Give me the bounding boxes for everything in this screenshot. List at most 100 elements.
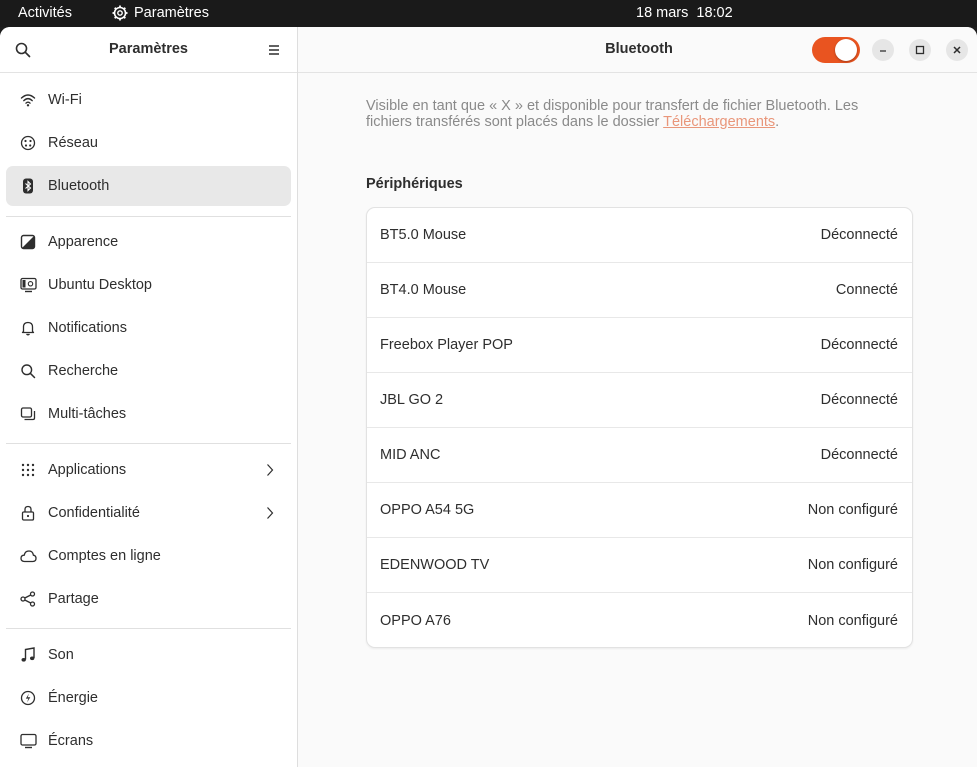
activities-button[interactable]: Activités: [18, 5, 72, 21]
device-name: BT4.0 Mouse: [380, 282, 467, 298]
close-icon: [953, 46, 961, 54]
sidebar-item-search[interactable]: Recherche: [6, 351, 291, 391]
info-text: Visible en tant que « X » et disponible …: [366, 98, 859, 130]
sidebar-item-power[interactable]: Énergie: [6, 678, 291, 718]
ubuntu-desktop-icon: [19, 276, 37, 294]
sidebar-item-label: Bluetooth: [48, 178, 110, 194]
sidebar-item-sharing[interactable]: Partage: [6, 579, 291, 619]
device-status: Connecté: [835, 282, 898, 298]
sidebar-item-bluetooth[interactable]: Bluetooth: [6, 166, 291, 206]
device-status: Déconnecté: [820, 227, 898, 243]
device-status: Non configuré: [807, 557, 898, 573]
sidebar-divider: [6, 216, 291, 217]
share-icon: [19, 590, 37, 608]
multitasking-icon: [19, 405, 37, 423]
sidebar-item-label: Réseau: [48, 135, 98, 151]
downloads-link[interactable]: Téléchargements: [663, 114, 775, 130]
app-menu-label: Paramètres: [134, 5, 209, 21]
device-row[interactable]: OPPO A54 5G Non configuré: [367, 483, 912, 538]
sidebar-item-label: Énergie: [48, 690, 98, 706]
minimize-icon: [880, 50, 886, 52]
visibility-info: Visible en tant que « X » et disponible …: [366, 98, 896, 130]
bell-icon: [19, 319, 37, 337]
wifi-icon: [19, 91, 37, 109]
sidebar-item-label: Notifications: [48, 320, 127, 336]
hamburger-menu-icon[interactable]: [266, 42, 282, 58]
clock-date: 18 mars: [636, 5, 689, 21]
top-bar: Activités Paramètres 18 mars 18:02: [0, 0, 977, 27]
device-status: Non configuré: [807, 502, 898, 518]
device-row[interactable]: MID ANC Déconnecté: [367, 428, 912, 483]
network-icon: [19, 134, 37, 152]
sidebar-item-label: Wi-Fi: [48, 92, 82, 108]
device-status: Non configuré: [807, 612, 898, 629]
sidebar-item-network[interactable]: Réseau: [6, 123, 291, 163]
device-name: OPPO A76: [380, 612, 451, 629]
devices-section-title: Périphériques: [366, 176, 463, 192]
sidebar-item-label: Partage: [48, 591, 99, 607]
sidebar-item-label: Applications: [48, 462, 127, 478]
clock-time: 18:02: [696, 5, 733, 21]
sidebar-item-privacy[interactable]: Confidentialité: [6, 493, 291, 533]
info-end: .: [775, 114, 780, 130]
power-icon: [19, 689, 37, 707]
sidebar-item-label: Ubuntu Desktop: [48, 277, 152, 293]
device-status: Déconnecté: [820, 392, 898, 408]
sidebar-item-label: Apparence: [48, 234, 119, 250]
device-row[interactable]: Freebox Player POP Déconnecté: [367, 318, 912, 373]
sidebar-item-label: Son: [48, 647, 74, 663]
bluetooth-toggle[interactable]: [812, 37, 860, 63]
device-name: EDENWOOD TV: [380, 557, 490, 573]
cloud-icon: [19, 547, 37, 565]
sidebar-item-appearance[interactable]: Apparence: [6, 222, 291, 262]
toggle-knob: [835, 39, 857, 61]
gear-icon: [112, 5, 128, 21]
sidebar-item-notifications[interactable]: Notifications: [6, 308, 291, 348]
display-icon: [19, 732, 37, 750]
device-name: JBL GO 2: [380, 392, 444, 408]
minimize-button[interactable]: [872, 39, 894, 61]
device-name: Freebox Player POP: [380, 337, 513, 353]
appearance-icon: [19, 233, 37, 251]
sidebar-item-online-accounts[interactable]: Comptes en ligne: [6, 536, 291, 576]
sidebar-item-label: Multi-tâches: [48, 406, 127, 422]
maximize-icon: [915, 45, 925, 55]
clock[interactable]: 18 mars 18:02: [636, 5, 733, 21]
device-row[interactable]: OPPO A76 Non configuré: [367, 593, 912, 647]
device-status: Déconnecté: [820, 447, 898, 463]
sidebar-item-sound[interactable]: Son: [6, 635, 291, 675]
apps-grid-icon: [19, 461, 37, 479]
sidebar-item-label: Confidentialité: [48, 505, 140, 521]
chevron-right-icon: [267, 507, 274, 519]
lock-icon: [19, 504, 37, 522]
chevron-right-icon: [267, 464, 274, 476]
sidebar-item-label: Comptes en ligne: [48, 548, 161, 564]
bluetooth-icon: [19, 177, 37, 195]
sidebar-item-displays[interactable]: Écrans: [6, 721, 291, 761]
device-row[interactable]: EDENWOOD TV Non configuré: [367, 538, 912, 593]
device-row[interactable]: BT4.0 Mouse Connecté: [367, 263, 912, 318]
device-name: BT5.0 Mouse: [380, 227, 467, 243]
sidebar-title: Paramètres: [109, 41, 188, 57]
search-icon: [19, 362, 37, 380]
device-name: MID ANC: [380, 447, 441, 463]
sidebar-item-label: Écrans: [48, 733, 94, 749]
sidebar-item-applications[interactable]: Applications: [6, 450, 291, 490]
sidebar-item-ubuntu-desktop[interactable]: Ubuntu Desktop: [6, 265, 291, 305]
device-name: OPPO A54 5G: [380, 502, 475, 518]
sidebar-item-label: Recherche: [48, 363, 119, 379]
sidebar-header: Paramètres: [0, 27, 297, 73]
sidebar-divider: [6, 443, 291, 444]
maximize-button[interactable]: [909, 39, 931, 61]
sidebar-divider: [6, 628, 291, 629]
device-row[interactable]: JBL GO 2 Déconnecté: [367, 373, 912, 428]
app-menu[interactable]: Paramètres: [112, 5, 209, 21]
music-note-icon: [19, 646, 37, 664]
device-status: Déconnecté: [820, 337, 898, 353]
sidebar-item-multitasking[interactable]: Multi-tâches: [6, 394, 291, 434]
close-button[interactable]: [946, 39, 968, 61]
content-header: Bluetooth: [298, 27, 977, 73]
settings-window: Paramètres Wi-Fi Réseau Bluetooth Appare…: [0, 27, 977, 767]
device-row[interactable]: BT5.0 Mouse Déconnecté: [367, 208, 912, 263]
sidebar-item-wifi[interactable]: Wi-Fi: [6, 80, 291, 120]
